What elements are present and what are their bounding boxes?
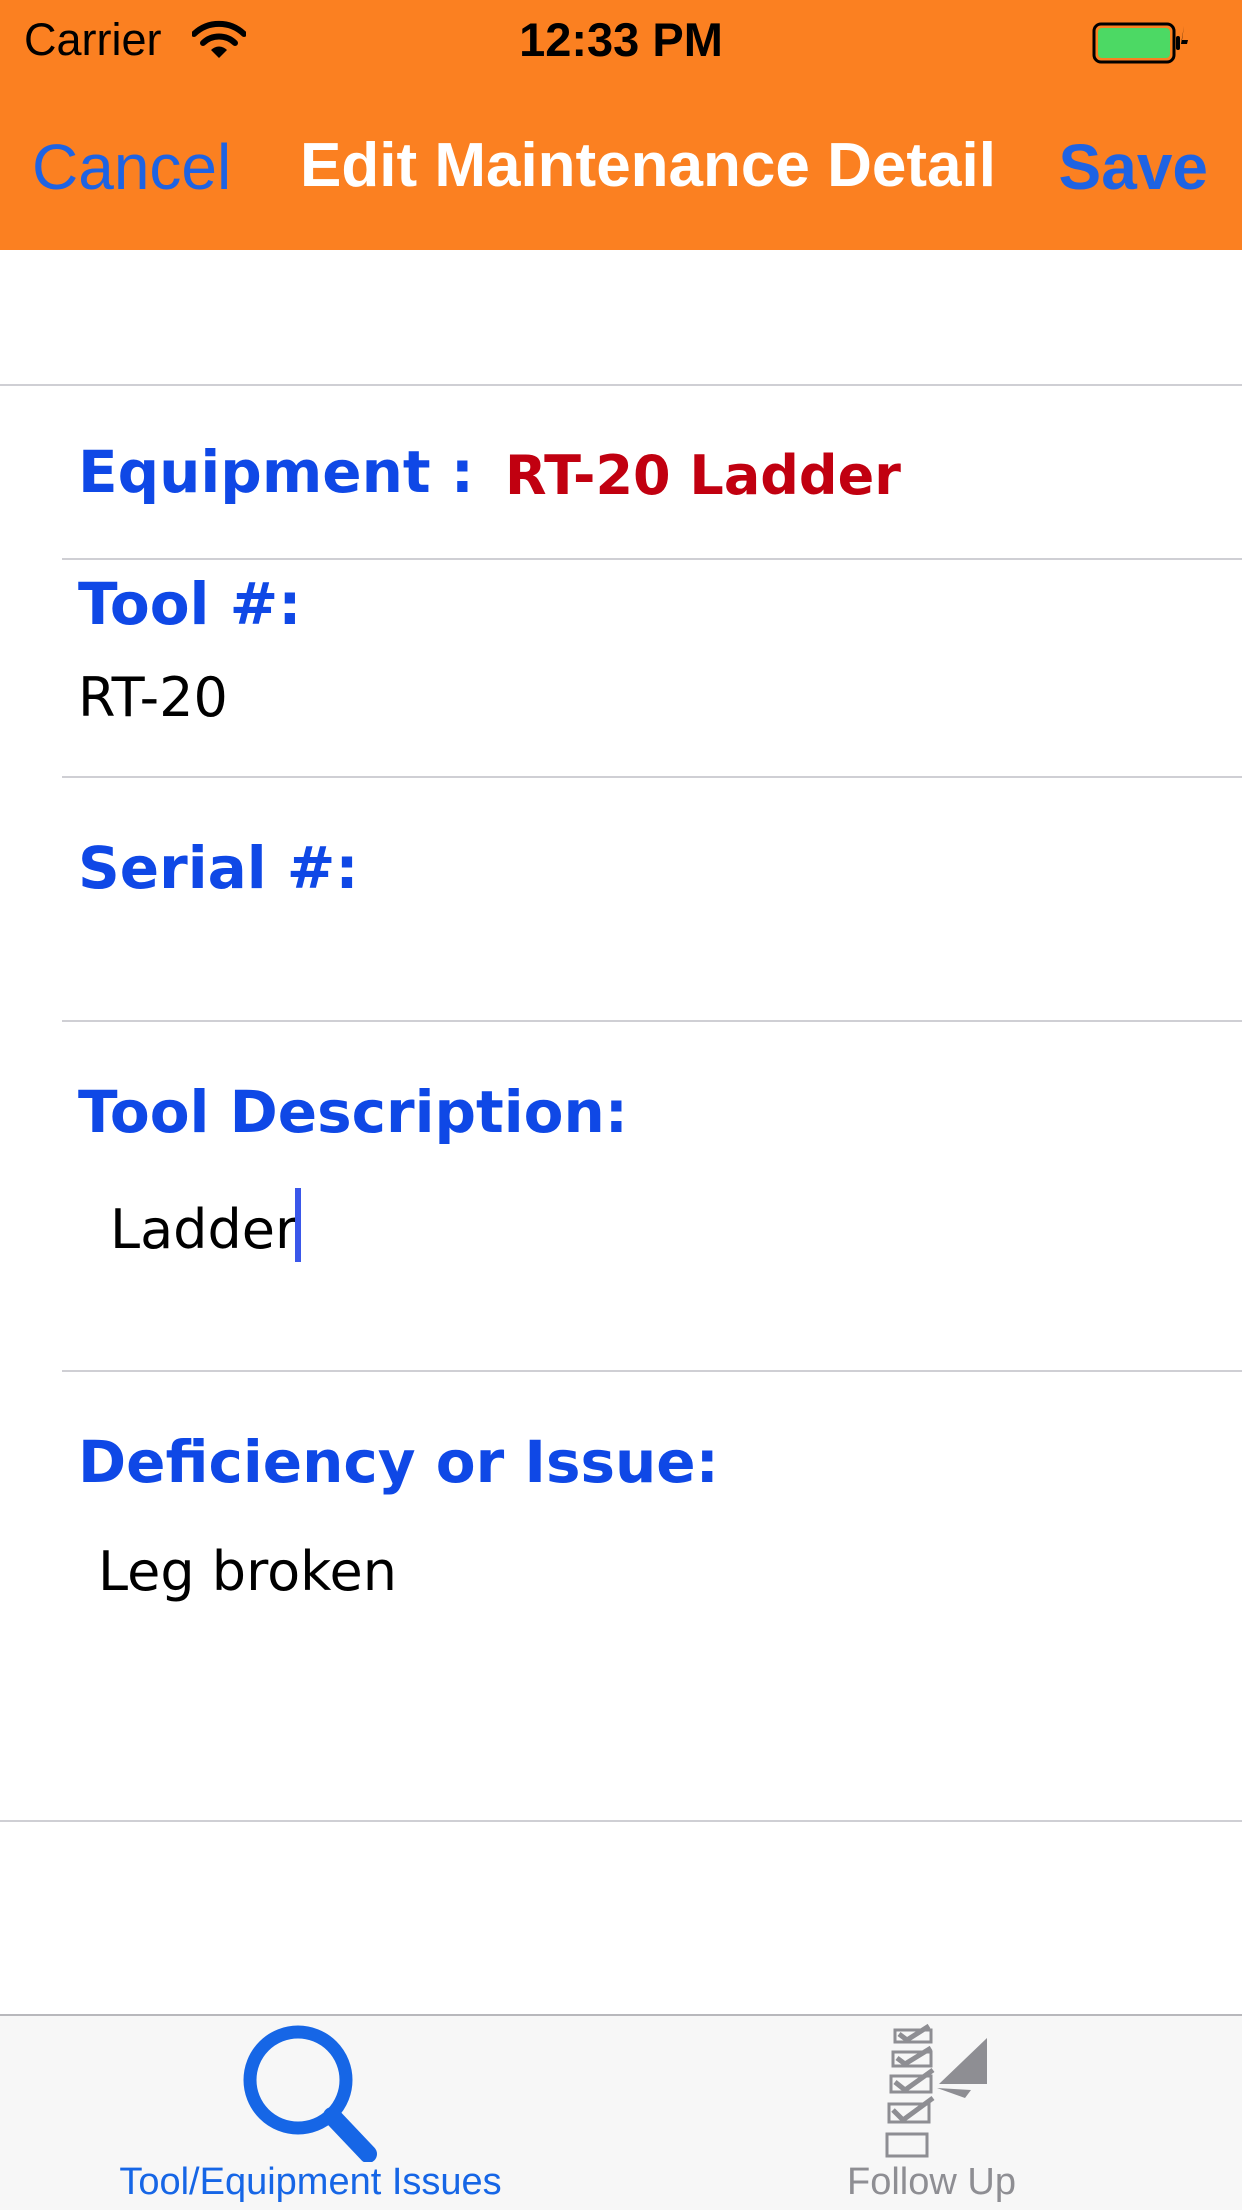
divider	[0, 384, 1242, 386]
search-icon	[243, 2025, 377, 2162]
tab-follow-up[interactable]: Follow Up	[621, 2016, 1242, 2210]
page-title: Edit Maintenance Detail	[300, 131, 996, 200]
serial-number-input[interactable]	[78, 928, 1078, 998]
checklist-icon	[885, 2023, 987, 2158]
tab-tool-equipment-issues[interactable]: Tool/Equipment Issues	[0, 2016, 621, 2210]
tab-label: Follow Up	[847, 2161, 1016, 2203]
save-button[interactable]: Save	[1059, 130, 1208, 204]
equipment-label: Equipment :	[78, 438, 475, 506]
tool-description-text: Ladder	[110, 1198, 298, 1261]
tool-number-input[interactable]: RT-20	[78, 666, 228, 729]
deficiency-label: Deficiency or Issue:	[78, 1428, 719, 1496]
status-bar: Carrier 12:33 PM	[0, 0, 1242, 84]
equipment-value: RT-20 Ladder	[505, 444, 901, 507]
divider	[62, 1020, 1242, 1022]
tab-bar: Tool/Equipment Issues Follow Up	[0, 2014, 1242, 2210]
tool-description-label: Tool Description:	[78, 1078, 628, 1146]
text-cursor	[295, 1188, 302, 1262]
tool-number-label: Tool #:	[78, 570, 302, 638]
divider	[62, 558, 1242, 560]
cancel-button[interactable]: Cancel	[32, 130, 231, 204]
tool-description-textarea[interactable]: Ladder	[110, 1188, 1150, 1348]
deficiency-textarea[interactable]: Leg broken	[98, 1540, 1158, 1790]
divider	[62, 776, 1242, 778]
status-time: 12:33 PM	[519, 13, 723, 66]
serial-number-label: Serial #:	[78, 834, 359, 902]
divider	[62, 1370, 1242, 1372]
tab-label: Tool/Equipment Issues	[119, 2161, 502, 2203]
battery-icon	[1092, 22, 1188, 64]
navigation-bar: Cancel Edit Maintenance Detail Save	[0, 84, 1242, 250]
divider	[0, 1820, 1242, 1822]
